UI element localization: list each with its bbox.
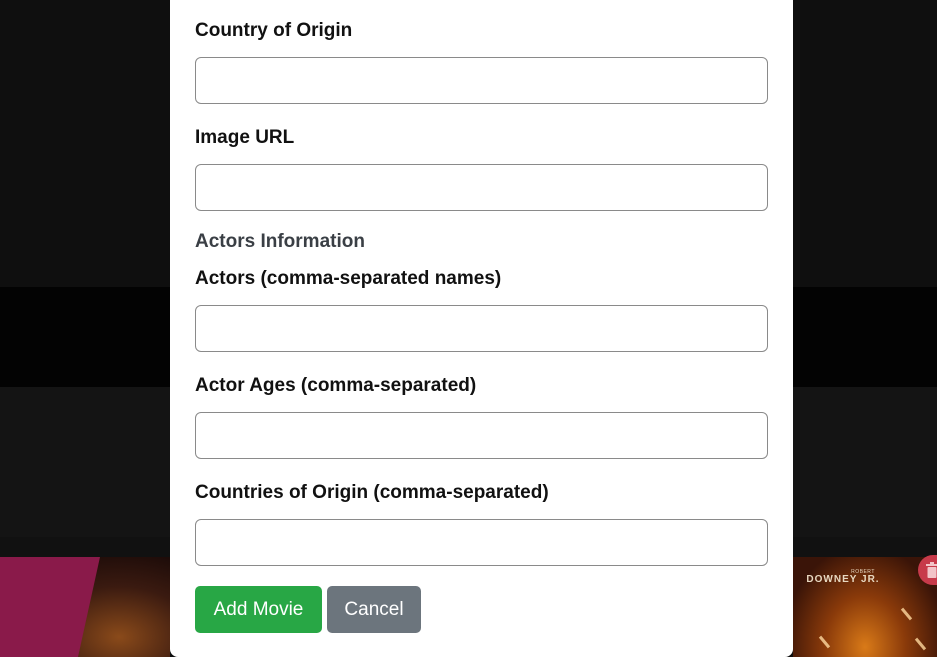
poster-artwork	[818, 635, 831, 649]
add-movie-button[interactable]: Add Movie	[195, 586, 322, 633]
movie-poster[interactable]	[0, 557, 170, 657]
trash-icon	[926, 562, 937, 578]
actors-input[interactable]	[195, 305, 768, 352]
actor-countries-input[interactable]	[195, 519, 768, 566]
actor-ages-label: Actor Ages (comma-separated)	[195, 375, 477, 396]
poster-artwork	[914, 637, 927, 651]
poster-artwork	[900, 607, 913, 621]
add-movie-modal: Country of Origin Image URL Actors Infor…	[170, 0, 793, 657]
actors-label: Actors (comma-separated names)	[195, 268, 502, 289]
actor-ages-input[interactable]	[195, 412, 768, 459]
country-of-origin-label: Country of Origin	[195, 20, 353, 41]
country-of-origin-input[interactable]	[195, 57, 768, 104]
poster-artwork	[0, 557, 100, 657]
actor-countries-label: Countries of Origin (comma-separated)	[195, 482, 549, 503]
poster-credit-name: DOWNEY JR.	[806, 574, 880, 585]
image-url-input[interactable]	[195, 164, 768, 211]
image-url-label: Image URL	[195, 127, 295, 148]
cancel-button[interactable]: Cancel	[327, 586, 421, 633]
actors-section-heading: Actors Information	[195, 231, 365, 252]
movie-poster[interactable]: ROBERT DOWNEY JR.	[793, 557, 937, 657]
